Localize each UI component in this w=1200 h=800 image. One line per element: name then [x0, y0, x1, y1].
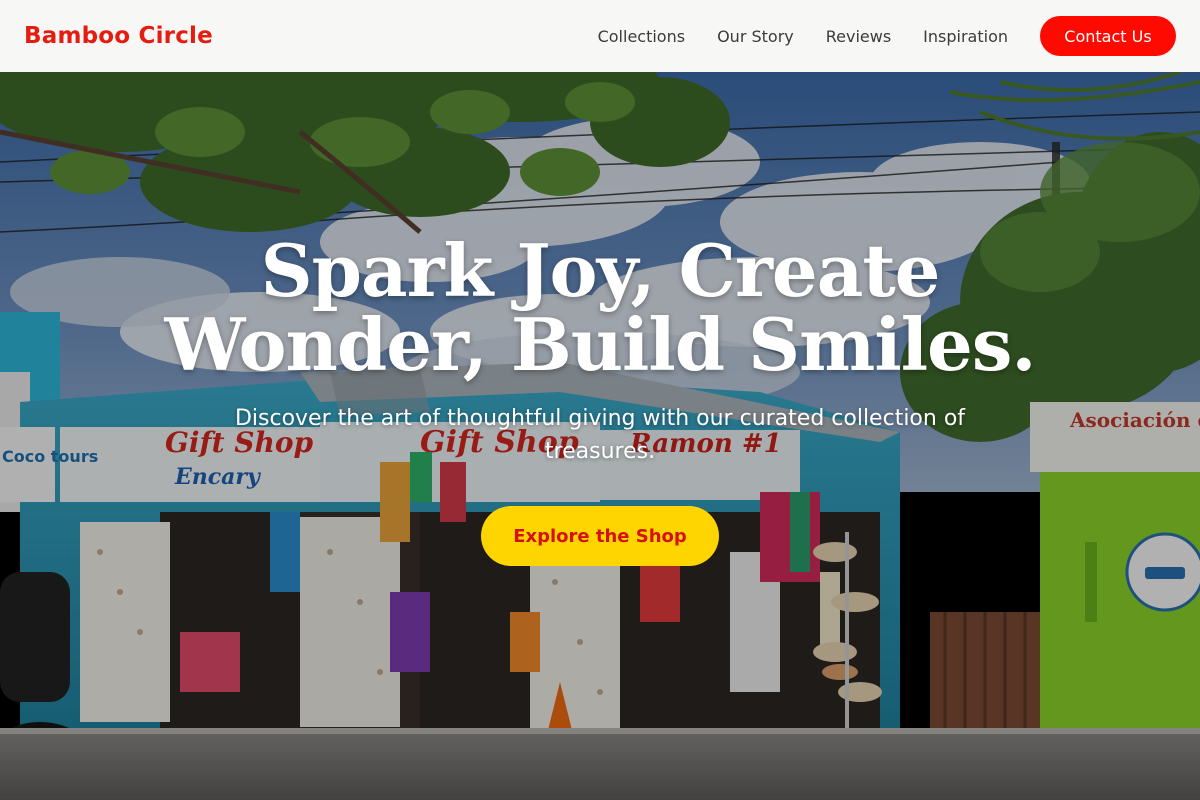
site-header: Bamboo Circle Collections Our Story Revi…	[0, 0, 1200, 72]
nav-collections[interactable]: Collections	[598, 27, 685, 46]
nav-our-story[interactable]: Our Story	[717, 27, 794, 46]
hero-section: Coco tours Gift Shop Encary Gift Shop Ra…	[0, 72, 1200, 800]
nav-inspiration[interactable]: Inspiration	[923, 27, 1008, 46]
hero-subtitle: Discover the art of thoughtful giving wi…	[234, 406, 966, 464]
nav-reviews[interactable]: Reviews	[826, 27, 891, 46]
hero-headline: Spark Joy, Create Wonder, Build Smiles.	[164, 228, 1037, 387]
hero-content: Spark Joy, Create Wonder, Build Smiles. …	[0, 72, 1200, 800]
main-nav: Collections Our Story Reviews Inspiratio…	[566, 16, 1176, 56]
contact-us-button[interactable]: Contact Us	[1040, 16, 1176, 56]
brand-logo[interactable]: Bamboo Circle	[24, 23, 213, 49]
explore-shop-button[interactable]: Explore the Shop	[481, 506, 719, 566]
